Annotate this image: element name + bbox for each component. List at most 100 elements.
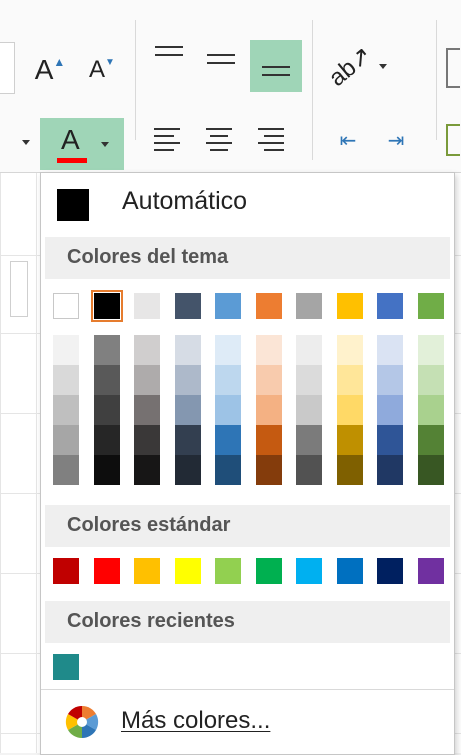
theme-tint-swatch[interactable] bbox=[215, 425, 241, 455]
align-middle-button[interactable] bbox=[198, 38, 244, 84]
theme-color-swatch[interactable] bbox=[174, 293, 201, 319]
theme-tint-swatch[interactable] bbox=[296, 365, 322, 395]
align-left-button[interactable] bbox=[150, 124, 186, 160]
grow-font-button[interactable]: A ▲ bbox=[28, 48, 72, 92]
theme-tint-swatch[interactable] bbox=[134, 365, 160, 395]
theme-tint-swatch[interactable] bbox=[53, 425, 79, 455]
theme-tint-swatch[interactable] bbox=[296, 395, 322, 425]
theme-color-swatch[interactable] bbox=[90, 290, 123, 322]
theme-tint-swatch[interactable] bbox=[215, 365, 241, 395]
theme-tint-swatch[interactable] bbox=[336, 425, 363, 455]
align-bottom-button[interactable] bbox=[250, 40, 302, 92]
theme-tint-swatch[interactable] bbox=[134, 395, 160, 425]
chevron-down-icon[interactable] bbox=[22, 140, 30, 145]
theme-tint-swatch[interactable] bbox=[93, 425, 120, 455]
grow-arrow-icon: ▲ bbox=[53, 55, 66, 69]
align-center-button[interactable] bbox=[202, 124, 238, 160]
increase-indent-button[interactable]: ⇥ bbox=[378, 122, 414, 158]
theme-tint-swatch[interactable] bbox=[377, 335, 403, 365]
theme-tint-swatch[interactable] bbox=[336, 395, 363, 425]
standard-color-swatch[interactable] bbox=[336, 558, 363, 584]
automatic-color-option[interactable]: Automático bbox=[41, 173, 454, 237]
increase-indent-icon: ⇥ bbox=[387, 129, 405, 152]
theme-tint-swatch[interactable] bbox=[215, 395, 241, 425]
theme-tint-swatch[interactable] bbox=[53, 455, 79, 485]
standard-color-swatch[interactable] bbox=[174, 558, 201, 584]
theme-tint-swatch[interactable] bbox=[377, 455, 403, 485]
formula-box bbox=[10, 261, 28, 317]
theme-tint-swatch[interactable] bbox=[296, 425, 322, 455]
more-colors-option[interactable]: Más colores... bbox=[41, 691, 454, 753]
theme-tint-swatch[interactable] bbox=[255, 335, 282, 365]
theme-tint-swatch[interactable] bbox=[93, 365, 120, 395]
theme-tint-swatch[interactable] bbox=[93, 455, 120, 485]
theme-tint-swatch[interactable] bbox=[417, 425, 444, 455]
theme-tint-swatch[interactable] bbox=[377, 425, 403, 455]
theme-tint-swatch[interactable] bbox=[336, 455, 363, 485]
theme-tint-swatch[interactable] bbox=[134, 455, 160, 485]
standard-color-swatch[interactable] bbox=[215, 558, 241, 584]
grow-font-label: A bbox=[34, 54, 54, 85]
theme-color-swatch[interactable] bbox=[417, 293, 444, 319]
recent-colors-title: Colores recientes bbox=[67, 610, 235, 632]
theme-tint-swatch[interactable] bbox=[53, 365, 79, 395]
standard-color-swatch[interactable] bbox=[377, 558, 403, 584]
theme-tint-swatch[interactable] bbox=[93, 335, 120, 365]
theme-tint-swatch[interactable] bbox=[93, 395, 120, 425]
theme-tint-swatch[interactable] bbox=[134, 335, 160, 365]
theme-tint-swatch[interactable] bbox=[417, 455, 444, 485]
align-middle-icon bbox=[207, 54, 235, 70]
font-color-button[interactable]: A bbox=[40, 118, 124, 170]
theme-tint-swatch[interactable] bbox=[255, 395, 282, 425]
standard-color-swatch[interactable] bbox=[134, 558, 160, 584]
theme-tint-swatch[interactable] bbox=[255, 425, 282, 455]
theme-color-swatch[interactable] bbox=[296, 293, 322, 319]
theme-color-swatch[interactable] bbox=[53, 293, 79, 319]
theme-tint-swatch[interactable] bbox=[296, 455, 322, 485]
orientation-button[interactable]: ab↗ bbox=[322, 41, 392, 91]
align-right-button[interactable] bbox=[254, 124, 290, 160]
divider bbox=[41, 689, 454, 690]
standard-color-swatch[interactable] bbox=[53, 558, 79, 584]
font-color-label: A bbox=[61, 124, 80, 155]
theme-tint-swatch[interactable] bbox=[336, 365, 363, 395]
theme-tint-swatch[interactable] bbox=[417, 365, 444, 395]
standard-color-swatch[interactable] bbox=[417, 558, 444, 584]
theme-tint-swatch[interactable] bbox=[174, 395, 201, 425]
theme-tint-swatch[interactable] bbox=[377, 365, 403, 395]
automatic-color-swatch bbox=[57, 189, 89, 221]
theme-color-swatch[interactable] bbox=[336, 293, 363, 319]
theme-tint-swatch[interactable] bbox=[255, 365, 282, 395]
theme-tint-swatch[interactable] bbox=[215, 335, 241, 365]
theme-color-swatch[interactable] bbox=[134, 293, 160, 319]
theme-tint-swatch[interactable] bbox=[255, 455, 282, 485]
standard-color-swatch[interactable] bbox=[255, 558, 282, 584]
theme-tint-swatch[interactable] bbox=[296, 335, 322, 365]
theme-color-swatch[interactable] bbox=[255, 293, 282, 319]
theme-tint-swatch[interactable] bbox=[53, 335, 79, 365]
decrease-indent-button[interactable]: ⇤ bbox=[330, 122, 366, 158]
theme-tint-swatch[interactable] bbox=[417, 395, 444, 425]
theme-tint-swatch[interactable] bbox=[174, 365, 201, 395]
theme-tint-swatch[interactable] bbox=[336, 335, 363, 365]
theme-color-swatch[interactable] bbox=[377, 293, 403, 319]
theme-tint-swatch[interactable] bbox=[215, 455, 241, 485]
shrink-font-button[interactable]: A ▼ bbox=[82, 48, 122, 92]
theme-colors-header: Colores del tema bbox=[45, 237, 450, 279]
theme-tint-swatch[interactable] bbox=[174, 455, 201, 485]
theme-tint-swatch[interactable] bbox=[53, 395, 79, 425]
theme-tint-swatch[interactable] bbox=[174, 425, 201, 455]
theme-color-swatch[interactable] bbox=[215, 293, 241, 319]
ribbon-separator bbox=[312, 110, 313, 160]
theme-tint-swatch[interactable] bbox=[134, 425, 160, 455]
align-top-button[interactable] bbox=[146, 38, 192, 84]
standard-color-swatch[interactable] bbox=[93, 558, 120, 584]
orientation-icon: ab↗ bbox=[323, 40, 377, 92]
theme-tint-swatch[interactable] bbox=[174, 335, 201, 365]
recent-color-swatch[interactable] bbox=[53, 654, 79, 680]
theme-tint-swatch[interactable] bbox=[417, 335, 444, 365]
theme-tint-swatch[interactable] bbox=[377, 395, 403, 425]
standard-color-swatch[interactable] bbox=[296, 558, 322, 584]
merge-icon bbox=[446, 124, 460, 156]
automatic-color-label: Automático bbox=[122, 187, 248, 215]
